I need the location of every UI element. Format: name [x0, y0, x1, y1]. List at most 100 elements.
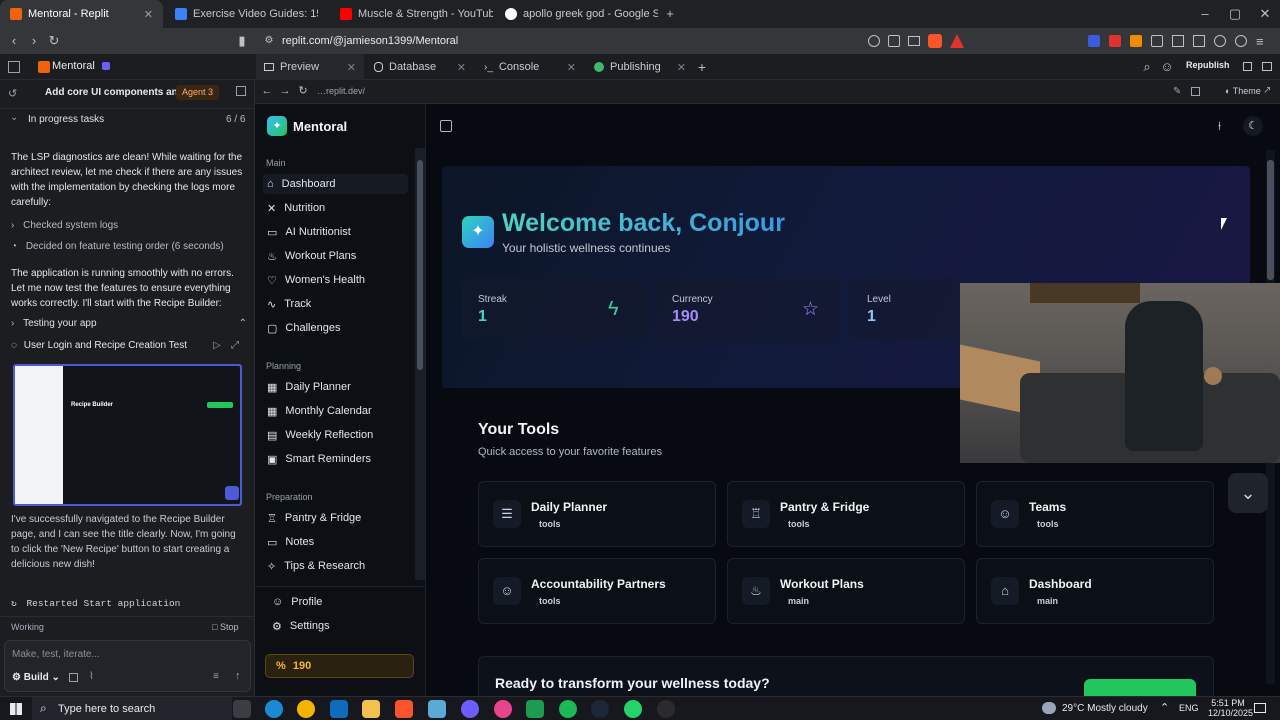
- notification-icon[interactable]: [1254, 703, 1266, 713]
- close-window-icon[interactable]: ✕: [1255, 0, 1275, 28]
- edge-icon[interactable]: [265, 700, 283, 718]
- site-info-icon[interactable]: ⚙: [262, 28, 276, 54]
- project-name[interactable]: Mentoral: [52, 60, 95, 72]
- panel-icon[interactable]: [1243, 62, 1252, 71]
- chrome-icon[interactable]: [297, 700, 315, 718]
- tab-preview[interactable]: Preview ✕: [256, 54, 364, 80]
- nav-notes[interactable]: ▭ Notes: [267, 532, 412, 552]
- open-external-icon[interactable]: ↗: [1263, 85, 1271, 96]
- back-icon[interactable]: ‹: [6, 28, 22, 54]
- floating-assistant-icon[interactable]: ⌄: [1228, 473, 1268, 513]
- forward-icon[interactable]: ›: [26, 28, 42, 54]
- agent-input-box[interactable]: Make, test, iterate... ⚙ Build ⌄ ⌇ ≡ ↑: [4, 640, 251, 692]
- nav-tips-research[interactable]: ✧ Tips & Research: [267, 556, 412, 576]
- back-icon[interactable]: ←: [261, 78, 273, 104]
- republish-button[interactable]: Republish: [1186, 60, 1230, 70]
- reload-icon[interactable]: ↻: [46, 28, 62, 54]
- nav-daily-planner[interactable]: ▦ Daily Planner: [267, 377, 412, 397]
- nav-smart-reminders[interactable]: ▣ Smart Reminders: [267, 449, 412, 469]
- microphone-icon[interactable]: ⍿: [1218, 119, 1221, 134]
- scrollbar-thumb[interactable]: [417, 160, 423, 370]
- weather-text[interactable]: 29°C Mostly cloudy: [1062, 703, 1148, 714]
- browser-tab-replit[interactable]: Mentoral - Replit ✕: [0, 0, 163, 28]
- brave-rewards-icon[interactable]: [950, 34, 964, 48]
- brave-icon[interactable]: [395, 700, 413, 718]
- task-view-icon[interactable]: [233, 700, 251, 718]
- leo-icon[interactable]: [1214, 35, 1226, 47]
- scrollbar-thumb[interactable]: [1267, 160, 1274, 280]
- history-icon[interactable]: ↺: [8, 87, 17, 100]
- app-icon[interactable]: [526, 700, 544, 718]
- browser-tab-google[interactable]: apollo greek god - Google Search: [495, 0, 658, 28]
- build-mode-selector[interactable]: ⚙ Build ⌄: [12, 672, 60, 683]
- test-row[interactable]: ◌ User Login and Recipe Creation Test ▷ …: [11, 340, 247, 351]
- cast-icon[interactable]: [908, 36, 920, 46]
- play-icon[interactable]: ▷: [213, 340, 221, 351]
- app-icon[interactable]: [461, 700, 479, 718]
- cta-button[interactable]: [1084, 679, 1196, 697]
- testing-row[interactable]: › Testing your app ⌃: [11, 318, 247, 329]
- moon-icon[interactable]: ☾: [1243, 116, 1263, 136]
- url-field[interactable]: replit.com/@jamieson1399/Mentoral: [282, 31, 882, 51]
- puzzle-icon[interactable]: [1151, 35, 1163, 47]
- reload-icon[interactable]: ↻: [297, 78, 309, 104]
- new-chat-icon[interactable]: [236, 86, 246, 96]
- tab-console[interactable]: ›_ Console ✕: [476, 54, 584, 80]
- close-tab-icon[interactable]: ✕: [347, 61, 356, 74]
- password-icon[interactable]: [888, 35, 900, 47]
- nav-ai-nutritionist[interactable]: ▭ AI Nutritionist: [267, 222, 412, 242]
- devtools-icon[interactable]: ✎: [1173, 86, 1181, 97]
- browser-tab-youtube[interactable]: Muscle & Strength - YouTube: [330, 0, 493, 28]
- add-tab-icon[interactable]: +: [694, 54, 710, 80]
- whatsapp-icon[interactable]: [624, 700, 642, 718]
- tab-database[interactable]: Database ✕: [366, 54, 474, 80]
- extension-icon[interactable]: [1130, 35, 1142, 47]
- nav-nutrition[interactable]: ✕ Nutrition: [267, 198, 412, 218]
- tool-card-daily-planner[interactable]: ☰ Daily Planner tools: [478, 481, 716, 547]
- paperclip-icon[interactable]: ⌇: [89, 671, 94, 682]
- windows-start-icon[interactable]: [10, 703, 22, 715]
- preview-url[interactable]: …replit.dev/: [317, 86, 365, 96]
- brave-shield-icon[interactable]: [928, 34, 942, 48]
- nav-monthly-calendar[interactable]: ▦ Monthly Calendar: [267, 401, 412, 421]
- nav-challenges[interactable]: ▢ Challenges: [267, 318, 412, 338]
- close-tab-icon[interactable]: ✕: [567, 61, 576, 74]
- send-icon[interactable]: ↑: [235, 670, 241, 682]
- file-explorer-icon[interactable]: [362, 700, 380, 718]
- attach-icon[interactable]: [69, 673, 78, 682]
- agent-input[interactable]: Make, test, iterate...: [12, 649, 100, 660]
- outlook-icon[interactable]: [330, 700, 348, 718]
- wallet-icon[interactable]: [1193, 35, 1205, 47]
- test-screenshot-thumbnail[interactable]: Recipe Builder: [13, 364, 242, 506]
- task-title[interactable]: Add core UI components an…: [45, 87, 188, 98]
- toggle-sidebar-icon[interactable]: [440, 120, 452, 132]
- close-tab-icon[interactable]: ✕: [677, 61, 686, 74]
- settings-sliders-icon[interactable]: ≡: [213, 671, 219, 682]
- app-icon[interactable]: [428, 700, 446, 718]
- nav-settings[interactable]: ⚙ Settings: [272, 616, 417, 636]
- close-tab-icon[interactable]: ✕: [457, 61, 466, 74]
- sidebar-scrollbar[interactable]: [415, 148, 425, 580]
- invite-user-icon[interactable]: ☺: [1160, 54, 1174, 80]
- language-indicator[interactable]: ENG: [1179, 703, 1199, 713]
- expand-icon[interactable]: ⤢: [231, 340, 239, 351]
- steam-icon[interactable]: [591, 700, 609, 718]
- clock[interactable]: 5:51 PM 12/10/2025: [1208, 698, 1253, 718]
- new-tab-icon[interactable]: +: [660, 0, 680, 28]
- nav-weekly-reflection[interactable]: ▤ Weekly Reflection: [267, 425, 412, 445]
- app-icon[interactable]: [657, 700, 675, 718]
- browser-tab-exercise[interactable]: Exercise Video Guides: 1500+ Exercis: [165, 0, 328, 28]
- menu-icon[interactable]: ≡: [1256, 34, 1264, 49]
- nav-womens-health[interactable]: ♡ Women's Health: [267, 270, 412, 290]
- theme-button[interactable]: ◐ Theme: [1225, 86, 1261, 96]
- tab-publishing[interactable]: Publishing ✕: [586, 54, 694, 80]
- replit-menu-icon[interactable]: [8, 61, 20, 73]
- tool-card-dashboard[interactable]: ⌂ Dashboard main: [976, 558, 1214, 624]
- nav-track[interactable]: ∿ Track: [267, 294, 412, 314]
- nav-workout-plans[interactable]: ♨ Workout Plans: [267, 246, 412, 266]
- bookmark-icon[interactable]: ▮: [234, 28, 250, 54]
- vpn-icon[interactable]: [1235, 35, 1247, 47]
- tool-card-accountability[interactable]: ☺ Accountability Partners tools: [478, 558, 716, 624]
- stop-button[interactable]: □ Stop: [212, 622, 238, 632]
- in-progress-row[interactable]: ⌄ In progress tasks 6 / 6: [0, 108, 255, 128]
